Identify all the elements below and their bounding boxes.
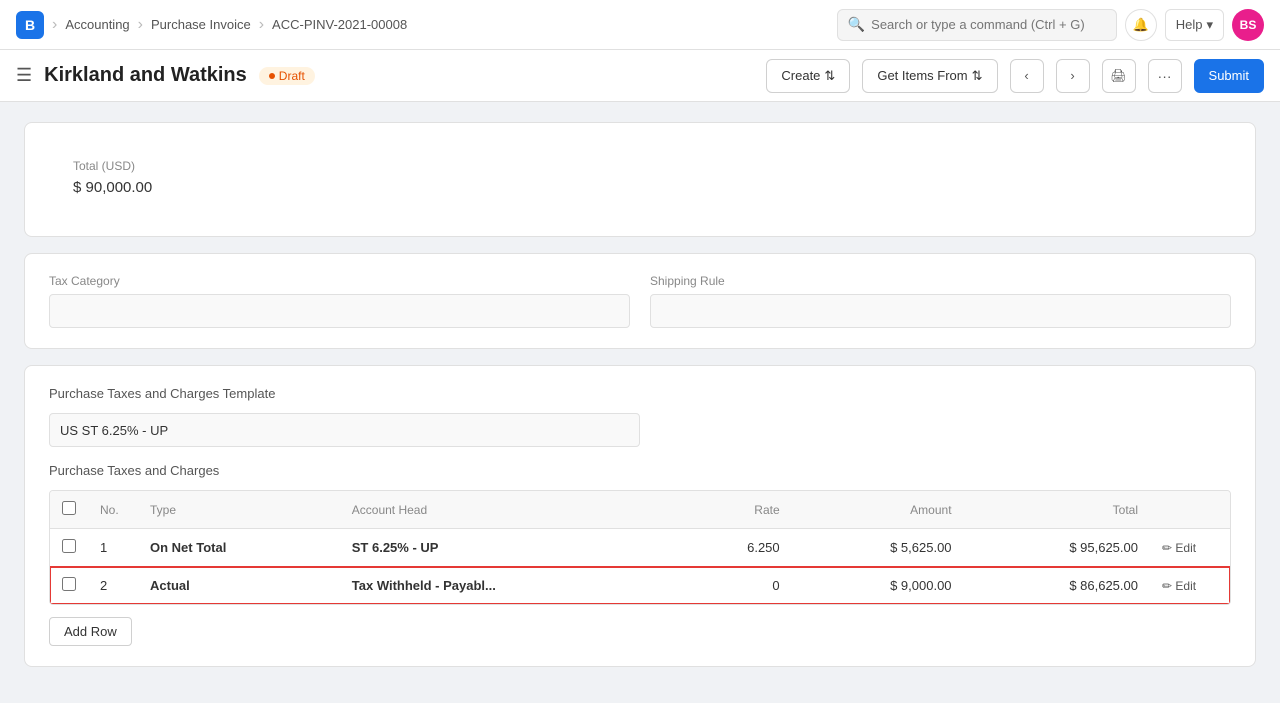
breadcrumb-purchase-invoice[interactable]: Purchase Invoice <box>151 17 251 32</box>
total-value: $ 90,000.00 <box>73 179 1207 196</box>
table-header-row: No. Type Account Head Rate Amount Total <box>50 491 1230 529</box>
search-box[interactable]: 🔍 <box>837 9 1117 41</box>
subheader: ☰ Kirkland and Watkins Draft Create ⇅ Ge… <box>0 50 1280 102</box>
help-button[interactable]: Help ▾ <box>1165 9 1224 41</box>
col-no: No. <box>88 491 138 529</box>
row-no-1: 1 <box>88 529 138 567</box>
app-logo[interactable]: B <box>16 11 44 39</box>
total-section: Total (USD) $ 90,000.00 <box>49 143 1231 216</box>
chevron-right-icon: › <box>1070 68 1074 83</box>
breadcrumb-doc-id: ACC-PINV-2021-00008 <box>272 17 407 32</box>
taxes-table-wrap: No. Type Account Head Rate Amount Total … <box>49 490 1231 605</box>
table-row: 1 On Net Total ST 6.25% - UP 6.250 $ 5,6… <box>50 529 1230 567</box>
more-button[interactable]: ··· <box>1148 59 1182 93</box>
chevron-up-down-icon: ⇅ <box>824 68 835 84</box>
edit-link-1[interactable]: ✏ Edit <box>1162 541 1218 555</box>
template-field: Purchase Taxes and Charges Template <box>49 386 1231 447</box>
tax-category-input[interactable] <box>49 294 630 328</box>
search-input[interactable] <box>871 17 1106 32</box>
draft-dot <box>269 73 275 79</box>
row-type-1: On Net Total <box>138 529 340 567</box>
main-content: Total (USD) $ 90,000.00 Tax Category Shi… <box>0 102 1280 703</box>
menu-icon[interactable]: ☰ <box>16 65 32 86</box>
row-total-1: $ 95,625.00 <box>964 529 1150 567</box>
chevron-down-icon: ▾ <box>1206 17 1213 33</box>
col-total: Total <box>964 491 1150 529</box>
row-amount-1: $ 5,625.00 <box>792 529 964 567</box>
row-account-head-1: ST 6.25% - UP <box>340 529 678 567</box>
col-type: Type <box>138 491 340 529</box>
prev-button[interactable]: ‹ <box>1010 59 1044 93</box>
add-row-button[interactable]: Add Row <box>49 617 132 646</box>
template-input[interactable] <box>49 413 640 447</box>
create-button[interactable]: Create ⇅ <box>766 59 850 93</box>
help-label: Help <box>1176 17 1203 32</box>
tax-category-row: Tax Category Shipping Rule <box>49 274 1231 328</box>
chevron-left-icon: ‹ <box>1024 68 1028 83</box>
get-items-from-button[interactable]: Get Items From ⇅ <box>862 59 997 93</box>
row-checkbox-1[interactable] <box>62 539 76 553</box>
tax-category-field: Tax Category <box>49 274 630 328</box>
print-icon: 🖨 <box>1110 68 1127 84</box>
total-card: Total (USD) $ 90,000.00 <box>24 122 1256 237</box>
template-label: Purchase Taxes and Charges Template <box>49 386 1231 401</box>
shipping-rule-field: Shipping Rule <box>650 274 1231 328</box>
row-rate-2: 0 <box>678 567 792 605</box>
next-button[interactable]: › <box>1056 59 1090 93</box>
col-rate: Rate <box>678 491 792 529</box>
taxes-table: No. Type Account Head Rate Amount Total … <box>50 491 1230 604</box>
breadcrumb-accounting[interactable]: Accounting <box>65 17 129 32</box>
tax-category-label: Tax Category <box>49 274 630 288</box>
doc-title: Kirkland and Watkins <box>44 64 247 87</box>
row-type-2: Actual <box>138 567 340 605</box>
col-account-head: Account Head <box>340 491 678 529</box>
breadcrumb-sep-2: › <box>138 16 143 34</box>
bell-icon: 🔔 <box>1133 17 1149 33</box>
notifications-button[interactable]: 🔔 <box>1125 9 1157 41</box>
row-total-2: $ 86,625.00 <box>964 567 1150 605</box>
get-items-from-label: Get Items From <box>877 68 967 83</box>
search-icon: 🔍 <box>848 16 865 33</box>
shipping-rule-label: Shipping Rule <box>650 274 1231 288</box>
shipping-rule-input[interactable] <box>650 294 1231 328</box>
create-label: Create <box>781 68 820 83</box>
status-badge: Draft <box>259 67 315 85</box>
row-checkbox-2[interactable] <box>62 577 76 591</box>
row-no-2: 2 <box>88 567 138 605</box>
breadcrumb-sep-1: › <box>52 16 57 34</box>
edit-link-2[interactable]: ✏ Edit <box>1162 579 1218 593</box>
row-rate-1: 6.250 <box>678 529 792 567</box>
tax-category-card: Tax Category Shipping Rule <box>24 253 1256 349</box>
row-edit-2[interactable]: ✏ Edit <box>1150 567 1230 605</box>
row-account-head-2: Tax Withheld - Payabl... <box>340 567 678 605</box>
total-label: Total (USD) <box>73 159 1207 173</box>
table-row: 2 Actual Tax Withheld - Payabl... 0 $ 9,… <box>50 567 1230 605</box>
print-button[interactable]: 🖨 <box>1102 59 1136 93</box>
avatar[interactable]: BS <box>1232 9 1264 41</box>
table-section-label: Purchase Taxes and Charges <box>49 463 1231 478</box>
submit-label: Submit <box>1209 68 1249 83</box>
col-amount: Amount <box>792 491 964 529</box>
select-all-checkbox[interactable] <box>62 501 76 515</box>
row-edit-1[interactable]: ✏ Edit <box>1150 529 1230 567</box>
chevron-icon: ⇅ <box>972 68 983 84</box>
topnav: B › Accounting › Purchase Invoice › ACC-… <box>0 0 1280 50</box>
taxes-card: Purchase Taxes and Charges Template Purc… <box>24 365 1256 667</box>
submit-button[interactable]: Submit <box>1194 59 1264 93</box>
status-label: Draft <box>279 69 305 83</box>
ellipsis-icon: ··· <box>1158 68 1172 84</box>
breadcrumb-sep-3: › <box>259 16 264 34</box>
row-amount-2: $ 9,000.00 <box>792 567 964 605</box>
